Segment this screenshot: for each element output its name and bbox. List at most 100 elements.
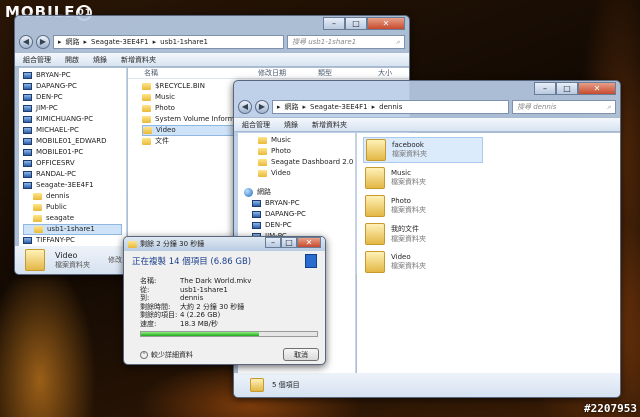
crumb-network[interactable]: 網路	[66, 37, 80, 47]
organize-button[interactable]: 組合管理	[23, 55, 51, 65]
folder-tile[interactable]: 我的文件 檔案資料夾	[363, 221, 614, 247]
folder-tile[interactable]: Video 檔案資料夾	[363, 249, 614, 275]
nav-item-label: KIMICHUANG-PC	[36, 115, 94, 123]
folder-icon	[143, 127, 152, 134]
window-caption[interactable]: – □ ✕	[15, 16, 409, 32]
nav-item[interactable]: Seagate-3EE4F1	[23, 180, 122, 191]
folder-type: 檔案資料夾	[391, 235, 426, 243]
nav-item-label: RANDAL-PC	[36, 170, 77, 178]
folder-tile[interactable]: Music 檔案資料夾	[363, 165, 614, 191]
computer-icon	[23, 138, 32, 145]
new-folder-button[interactable]: 新增資料夾	[121, 55, 156, 65]
nav-item[interactable]: Public	[23, 202, 122, 213]
column-name[interactable]: 名稱	[128, 68, 258, 78]
column-type[interactable]: 類型	[318, 68, 378, 78]
copy-file-icon	[305, 254, 317, 268]
minimize-button[interactable]: –	[265, 237, 281, 248]
maximize-button[interactable]: □	[556, 82, 578, 95]
network-icon	[244, 188, 253, 197]
forward-button[interactable]: ▶	[255, 100, 269, 114]
file-list[interactable]: facebook 檔案資料夾 Music 檔案資料夾 Photo 檔案資料夾 我的文件 檔案資…	[357, 133, 620, 373]
close-button[interactable]: ✕	[297, 237, 321, 248]
nav-item[interactable]: BRYAN-PC	[23, 70, 122, 81]
close-button[interactable]: ✕	[578, 82, 616, 95]
nav-item[interactable]: usb1-1share1	[23, 224, 122, 235]
computer-icon	[23, 149, 32, 156]
file-name: 文件	[155, 137, 169, 145]
crumb-dennis[interactable]: dennis	[379, 103, 402, 111]
nav-item[interactable]: JIM-PC	[23, 103, 122, 114]
nav-item[interactable]: TIFFANY-PC	[23, 235, 122, 246]
detail-key: 剩餘時間:	[140, 302, 171, 311]
nav-folder[interactable]: Video	[258, 168, 349, 179]
nav-item-label: MICHAEL-PC	[36, 126, 79, 134]
burn-button[interactable]: 燒錄	[284, 120, 298, 130]
open-button[interactable]: 開啟	[65, 55, 79, 65]
nav-folder[interactable]: Photo	[258, 146, 349, 157]
file-name: Music	[155, 93, 175, 101]
file-name: Photo	[155, 104, 175, 112]
nav-item-label: TIFFANY-PC	[36, 236, 75, 244]
search-input[interactable]: 搜尋 dennis ⌕	[512, 100, 616, 114]
window-caption[interactable]: – □ ✕	[234, 81, 620, 97]
close-button[interactable]: ✕	[367, 17, 405, 30]
folder-type: 檔案資料夾	[392, 150, 427, 158]
minimize-button[interactable]: –	[534, 82, 556, 95]
back-button[interactable]: ◀	[19, 35, 33, 49]
nav-item[interactable]: RANDAL-PC	[23, 169, 122, 180]
detail-value: usb1-1share1	[180, 285, 228, 294]
copy-detail-row: 名稱: The Dark World.mkv	[140, 277, 251, 286]
nav-folder-label: Photo	[271, 147, 291, 155]
crumb-seagate[interactable]: Seagate-3EE4F1	[310, 103, 368, 111]
nav-network[interactable]: 網路	[257, 187, 271, 198]
crumb-network[interactable]: 網路	[285, 102, 299, 112]
column-size[interactable]: 大小	[378, 68, 408, 78]
copy-progress-dialog[interactable]: 剩餘 2 分鐘 30 秒鐘 – □ ✕ 正在複製 14 個項目 (6.86 GB) …	[123, 236, 326, 365]
burn-button[interactable]: 燒錄	[93, 55, 107, 65]
folder-icon	[258, 159, 267, 166]
forward-button[interactable]: ▶	[36, 35, 50, 49]
address-bar[interactable]: ▸ 網路 ▸ Seagate-3EE4F1 ▸ usb1-1share1	[53, 35, 284, 49]
folder-icon	[33, 193, 42, 200]
nav-item[interactable]: MICHAEL-PC	[23, 125, 122, 136]
nav-computer[interactable]: DAPANG-PC	[252, 209, 349, 220]
computer-icon	[23, 116, 32, 123]
minimize-button[interactable]: –	[323, 17, 345, 30]
address-bar[interactable]: ▸ 網路 ▸ Seagate-3EE4F1 ▸ dennis	[272, 100, 509, 114]
nav-item[interactable]: seagate	[23, 213, 122, 224]
column-date[interactable]: 修改日期	[258, 68, 318, 78]
nav-item-label: OFFICESRV	[36, 159, 75, 167]
maximize-button[interactable]: □	[281, 237, 297, 248]
nav-folder[interactable]: Seagate Dashboard 2.0	[258, 157, 353, 168]
folder-tile[interactable]: Photo 檔案資料夾	[363, 193, 614, 219]
nav-item[interactable]: DEN-PC	[23, 92, 122, 103]
nav-item[interactable]: KIMICHUANG-PC	[23, 114, 122, 125]
folder-tile[interactable]: facebook 檔案資料夾	[363, 137, 483, 163]
nav-item[interactable]: DAPANG-PC	[23, 81, 122, 92]
new-folder-button[interactable]: 新增資料夾	[312, 120, 347, 130]
cancel-button[interactable]: 取消	[283, 348, 319, 361]
copy-detail-row: 從: usb1-1share1	[140, 286, 251, 295]
navigation-pane[interactable]: BRYAN-PC DAPANG-PC DEN-PC JIM-PC KIMICHUANG-…	[19, 68, 127, 248]
copy-progress-bar	[140, 331, 318, 337]
nav-folder[interactable]: Music	[258, 135, 349, 146]
nav-computer[interactable]: DEN-PC	[252, 220, 349, 231]
nav-item[interactable]: dennis	[23, 191, 122, 202]
nav-item-label: Seagate-3EE4F1	[36, 181, 94, 189]
organize-button[interactable]: 組合管理	[242, 120, 270, 130]
copy-detail-row: 到: dennis	[140, 294, 251, 303]
folder-type: 檔案資料夾	[391, 206, 426, 214]
nav-computer[interactable]: BRYAN-PC	[252, 198, 349, 209]
file-name: Video	[156, 126, 176, 134]
maximize-button[interactable]: □	[345, 17, 367, 30]
search-input[interactable]: 搜尋 usb1-1share1 ⌕	[287, 35, 405, 49]
nav-item[interactable]: MOBILE01-PC	[23, 147, 122, 158]
folder-icon	[365, 195, 385, 217]
crumb-seagate[interactable]: Seagate-3EE4F1	[91, 38, 149, 46]
nav-computer-label: BRYAN-PC	[265, 199, 300, 207]
less-details-toggle[interactable]: ⌃ 較少詳細資料	[140, 350, 193, 360]
nav-item[interactable]: MOBILE01_EDWARD	[23, 136, 122, 147]
crumb-usb1[interactable]: usb1-1share1	[160, 38, 208, 46]
nav-item[interactable]: OFFICESRV	[23, 158, 122, 169]
back-button[interactable]: ◀	[238, 100, 252, 114]
